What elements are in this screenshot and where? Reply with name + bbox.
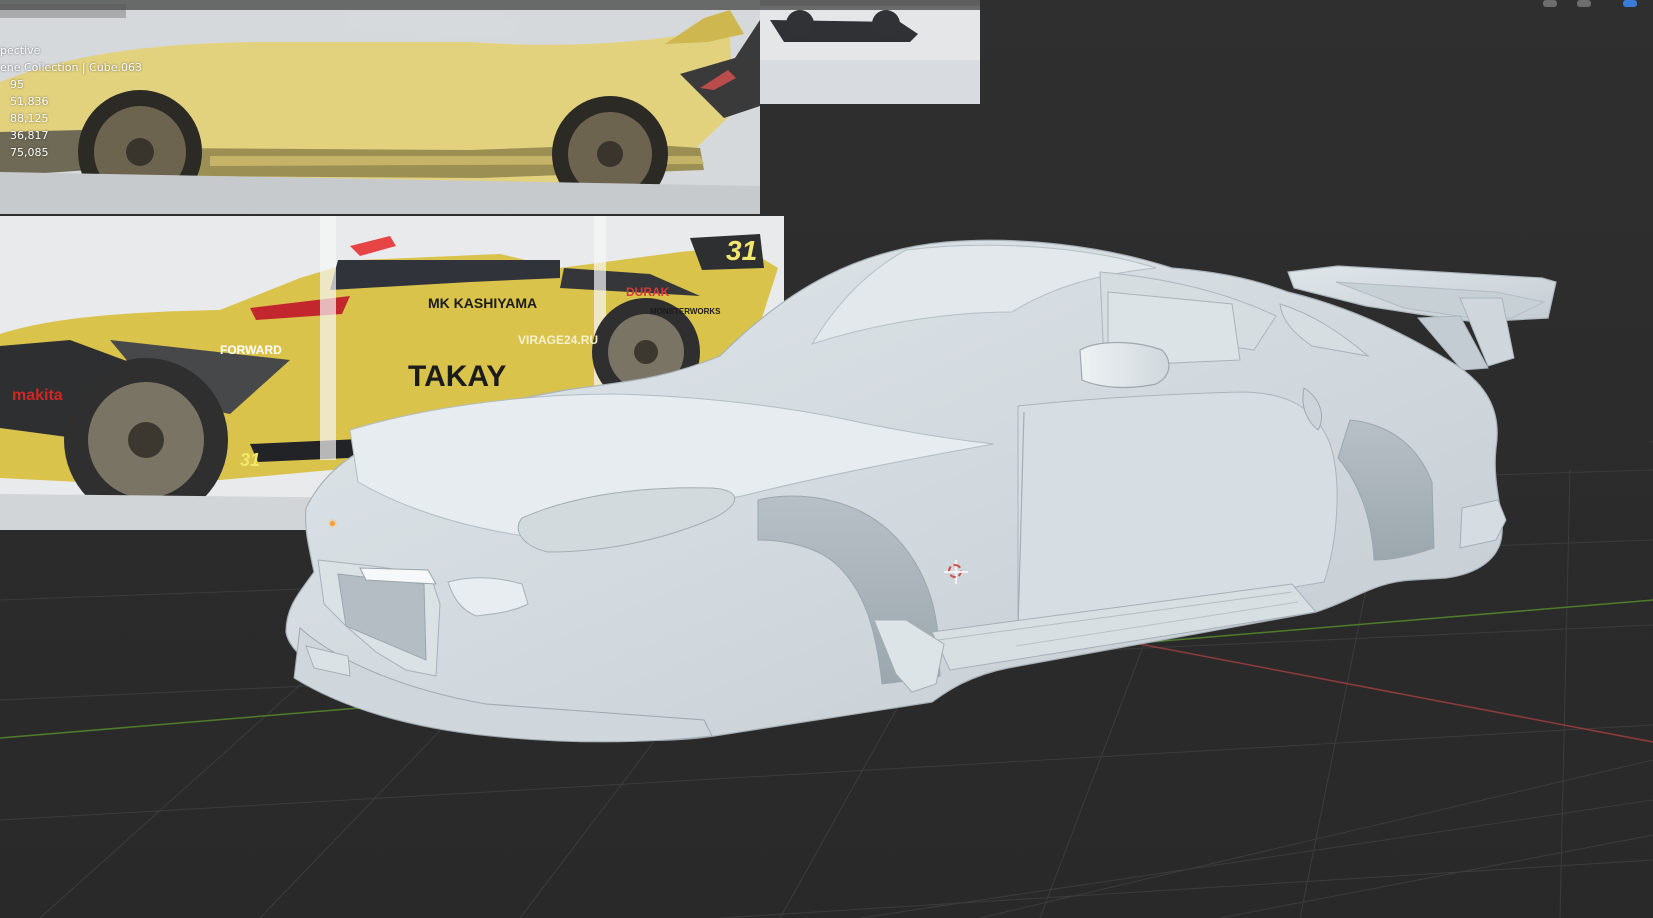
stat-triangles: 75,085 xyxy=(10,146,49,159)
reference-image-bottom[interactable]: 31 MK KASHIYAMA VIRAGE24.RU TAKAY FORWAR… xyxy=(0,216,784,530)
stat-faces: 36,817 xyxy=(10,129,49,142)
sponsor-virage24: VIRAGE24.RU xyxy=(518,333,598,347)
sponsor-takayama: TAKAY xyxy=(408,360,506,393)
reference-number-bottom: 31 xyxy=(240,450,260,470)
sponsor-makita: makita xyxy=(12,387,63,404)
overlay-toggle-icon[interactable] xyxy=(1543,0,1557,7)
view-settings-icon[interactable] xyxy=(1623,0,1637,7)
viewport-tools-group[interactable] xyxy=(1525,0,1645,8)
reference-bottom-car: 31 MK KASHIYAMA VIRAGE24.RU TAKAY FORWAR… xyxy=(0,216,784,530)
sponsor-forward: FORWARD xyxy=(220,343,282,357)
y-axis-line xyxy=(0,599,1653,739)
3d-viewport[interactable]: 31 MK KASHIYAMA VIRAGE24.RU TAKAY FORWAR… xyxy=(0,0,1653,918)
reference-image-top-right[interactable] xyxy=(760,0,980,104)
view-mode-label: pective xyxy=(0,44,41,57)
shading-toggle-icon[interactable] xyxy=(1577,0,1591,7)
viewport-stats-overlay: pective ene Collection | Cube.063 95 51,… xyxy=(0,42,142,161)
sponsor-durak: DURAK xyxy=(626,285,670,299)
object-origin-dot xyxy=(330,521,335,526)
viewport-header-bar[interactable] xyxy=(0,0,980,10)
x-axis-line xyxy=(699,559,1653,743)
stat-vertices: 51,836 xyxy=(10,95,49,108)
stat-objects: 95 xyxy=(10,78,24,91)
reference-number-top: 31 xyxy=(726,235,757,266)
stat-edges: 88,125 xyxy=(10,112,49,125)
3d-cursor-icon[interactable] xyxy=(944,560,968,584)
collection-label: ene Collection | Cube.063 xyxy=(0,61,143,74)
reference-top-right-car xyxy=(760,0,980,104)
sponsor-kashiyama: MK KASHIYAMA xyxy=(428,295,537,311)
sponsor-monsterworks: MONSTERWORKS xyxy=(650,307,721,316)
